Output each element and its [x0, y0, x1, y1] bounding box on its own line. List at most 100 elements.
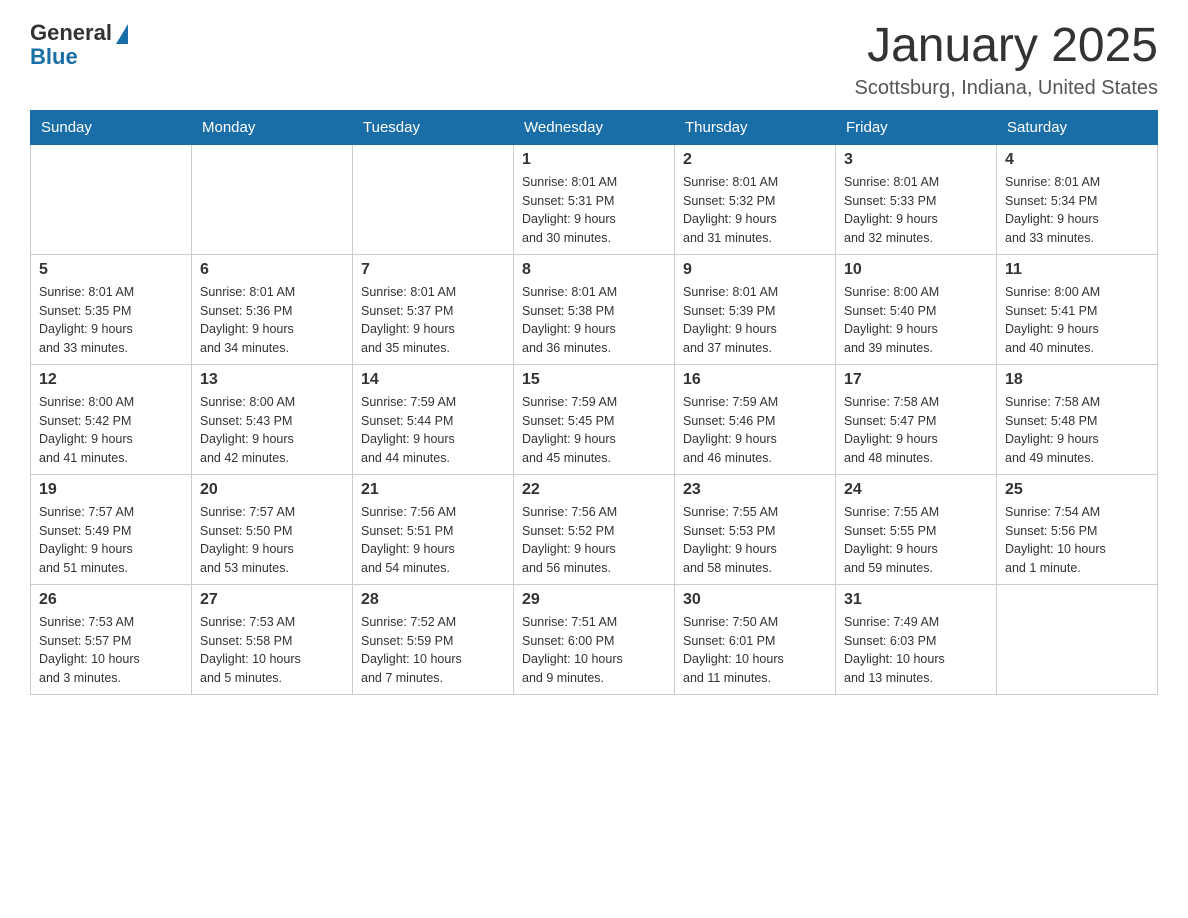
calendar-cell: 6 Sunrise: 8:01 AM Sunset: 5:36 PM Daylig… — [192, 254, 353, 364]
calendar-cell: 31 Sunrise: 7:49 AM Sunset: 6:03 PM Dayli… — [836, 584, 997, 694]
day-info: Sunrise: 7:51 AM Sunset: 6:00 PM Dayligh… — [522, 613, 666, 688]
month-title: January 2025 — [854, 20, 1158, 73]
page-header: General Blue January 2025 Scottsburg, In… — [30, 20, 1158, 100]
day-info: Sunrise: 8:01 AM Sunset: 5:35 PM Dayligh… — [39, 283, 183, 358]
day-number: 25 — [1005, 481, 1149, 499]
day-info: Sunrise: 7:59 AM Sunset: 5:45 PM Dayligh… — [522, 393, 666, 468]
calendar-cell: 23 Sunrise: 7:55 AM Sunset: 5:53 PM Dayli… — [675, 474, 836, 584]
calendar-cell: 25Sunrise: 7:54 AM Sunset: 5:56 PM Dayli… — [997, 474, 1158, 584]
day-number: 10 — [844, 261, 988, 279]
calendar-cell: 19 Sunrise: 7:57 AM Sunset: 5:49 PM Dayli… — [31, 474, 192, 584]
calendar-week-3: 12 Sunrise: 8:00 AM Sunset: 5:42 PM Dayli… — [31, 364, 1158, 474]
day-info: Sunrise: 8:01 AM Sunset: 5:36 PM Dayligh… — [200, 283, 344, 358]
day-number: 31 — [844, 591, 988, 609]
calendar-cell: 14 Sunrise: 7:59 AM Sunset: 5:44 PM Dayli… — [353, 364, 514, 474]
calendar-cell: 13Sunrise: 8:00 AM Sunset: 5:43 PM Dayli… — [192, 364, 353, 474]
day-number: 30 — [683, 591, 827, 609]
calendar-cell — [192, 144, 353, 254]
calendar-cell: 2 Sunrise: 8:01 AM Sunset: 5:32 PM Daylig… — [675, 144, 836, 254]
day-number: 18 — [1005, 371, 1149, 389]
calendar-week-2: 5 Sunrise: 8:01 AM Sunset: 5:35 PM Daylig… — [31, 254, 1158, 364]
calendar-cell: 29 Sunrise: 7:51 AM Sunset: 6:00 PM Dayli… — [514, 584, 675, 694]
day-number: 15 — [522, 371, 666, 389]
day-info: Sunrise: 7:56 AM Sunset: 5:52 PM Dayligh… — [522, 503, 666, 578]
day-info: Sunrise: 8:01 AM Sunset: 5:37 PM Dayligh… — [361, 283, 505, 358]
day-number: 19 — [39, 481, 183, 499]
day-number: 11 — [1005, 261, 1149, 279]
weekday-header-row: SundayMondayTuesdayWednesdayThursdayFrid… — [31, 110, 1158, 144]
day-number: 2 — [683, 151, 827, 169]
day-number: 29 — [522, 591, 666, 609]
calendar-cell: 26 Sunrise: 7:53 AM Sunset: 5:57 PM Dayli… — [31, 584, 192, 694]
calendar-cell — [31, 144, 192, 254]
day-info: Sunrise: 7:59 AM Sunset: 5:44 PM Dayligh… — [361, 393, 505, 468]
day-info: Sunrise: 7:57 AM Sunset: 5:49 PM Dayligh… — [39, 503, 183, 578]
day-number: 28 — [361, 591, 505, 609]
day-info: Sunrise: 8:00 AM Sunset: 5:42 PM Dayligh… — [39, 393, 183, 468]
day-info: Sunrise: 8:01 AM Sunset: 5:32 PM Dayligh… — [683, 173, 827, 248]
calendar-week-5: 26 Sunrise: 7:53 AM Sunset: 5:57 PM Dayli… — [31, 584, 1158, 694]
day-number: 24 — [844, 481, 988, 499]
calendar-cell: 11Sunrise: 8:00 AM Sunset: 5:41 PM Dayli… — [997, 254, 1158, 364]
calendar-cell — [997, 584, 1158, 694]
day-info: Sunrise: 7:53 AM Sunset: 5:58 PM Dayligh… — [200, 613, 344, 688]
calendar-cell: 1 Sunrise: 8:01 AM Sunset: 5:31 PM Daylig… — [514, 144, 675, 254]
calendar-cell: 17Sunrise: 7:58 AM Sunset: 5:47 PM Dayli… — [836, 364, 997, 474]
day-info: Sunrise: 8:01 AM Sunset: 5:31 PM Dayligh… — [522, 173, 666, 248]
day-number: 16 — [683, 371, 827, 389]
weekday-header-thursday: Thursday — [675, 110, 836, 144]
weekday-header-sunday: Sunday — [31, 110, 192, 144]
calendar-cell: 20Sunrise: 7:57 AM Sunset: 5:50 PM Dayli… — [192, 474, 353, 584]
calendar-cell: 28 Sunrise: 7:52 AM Sunset: 5:59 PM Dayli… — [353, 584, 514, 694]
day-number: 5 — [39, 261, 183, 279]
day-number: 3 — [844, 151, 988, 169]
day-info: Sunrise: 7:55 AM Sunset: 5:53 PM Dayligh… — [683, 503, 827, 578]
day-number: 27 — [200, 591, 344, 609]
calendar-cell: 12 Sunrise: 8:00 AM Sunset: 5:42 PM Dayli… — [31, 364, 192, 474]
calendar-cell: 22 Sunrise: 7:56 AM Sunset: 5:52 PM Dayli… — [514, 474, 675, 584]
day-number: 20 — [200, 481, 344, 499]
day-number: 9 — [683, 261, 827, 279]
calendar-cell: 4 Sunrise: 8:01 AM Sunset: 5:34 PM Daylig… — [997, 144, 1158, 254]
day-number: 21 — [361, 481, 505, 499]
day-info: Sunrise: 7:59 AM Sunset: 5:46 PM Dayligh… — [683, 393, 827, 468]
calendar-cell — [353, 144, 514, 254]
logo-general-text: General — [30, 20, 112, 46]
day-number: 8 — [522, 261, 666, 279]
calendar-cell: 9Sunrise: 8:01 AM Sunset: 5:39 PM Daylig… — [675, 254, 836, 364]
day-info: Sunrise: 7:49 AM Sunset: 6:03 PM Dayligh… — [844, 613, 988, 688]
day-number: 23 — [683, 481, 827, 499]
day-number: 26 — [39, 591, 183, 609]
weekday-header-monday: Monday — [192, 110, 353, 144]
logo: General Blue — [30, 20, 128, 70]
logo-triangle-icon — [116, 24, 128, 44]
title-area: January 2025 Scottsburg, Indiana, United… — [854, 20, 1158, 100]
day-number: 22 — [522, 481, 666, 499]
weekday-header-friday: Friday — [836, 110, 997, 144]
calendar-cell: 21 Sunrise: 7:56 AM Sunset: 5:51 PM Dayli… — [353, 474, 514, 584]
calendar-cell: 24Sunrise: 7:55 AM Sunset: 5:55 PM Dayli… — [836, 474, 997, 584]
calendar-cell: 5 Sunrise: 8:01 AM Sunset: 5:35 PM Daylig… — [31, 254, 192, 364]
calendar-cell: 16 Sunrise: 7:59 AM Sunset: 5:46 PM Dayli… — [675, 364, 836, 474]
day-info: Sunrise: 7:58 AM Sunset: 5:48 PM Dayligh… — [1005, 393, 1149, 468]
calendar-cell: 3 Sunrise: 8:01 AM Sunset: 5:33 PM Daylig… — [836, 144, 997, 254]
day-number: 12 — [39, 371, 183, 389]
day-info: Sunrise: 7:56 AM Sunset: 5:51 PM Dayligh… — [361, 503, 505, 578]
calendar-cell: 15 Sunrise: 7:59 AM Sunset: 5:45 PM Dayli… — [514, 364, 675, 474]
calendar-cell: 27 Sunrise: 7:53 AM Sunset: 5:58 PM Dayli… — [192, 584, 353, 694]
day-info: Sunrise: 8:01 AM Sunset: 5:34 PM Dayligh… — [1005, 173, 1149, 248]
day-number: 4 — [1005, 151, 1149, 169]
calendar-cell: 18 Sunrise: 7:58 AM Sunset: 5:48 PM Dayli… — [997, 364, 1158, 474]
logo-blue-text: Blue — [30, 44, 78, 70]
day-info: Sunrise: 7:58 AM Sunset: 5:47 PM Dayligh… — [844, 393, 988, 468]
day-number: 1 — [522, 151, 666, 169]
day-number: 13 — [200, 371, 344, 389]
day-number: 14 — [361, 371, 505, 389]
day-info: Sunrise: 7:52 AM Sunset: 5:59 PM Dayligh… — [361, 613, 505, 688]
day-info: Sunrise: 7:53 AM Sunset: 5:57 PM Dayligh… — [39, 613, 183, 688]
day-info: Sunrise: 8:00 AM Sunset: 5:40 PM Dayligh… — [844, 283, 988, 358]
day-info: Sunrise: 8:01 AM Sunset: 5:33 PM Dayligh… — [844, 173, 988, 248]
location-subtitle: Scottsburg, Indiana, United States — [854, 77, 1158, 100]
calendar-cell: 30Sunrise: 7:50 AM Sunset: 6:01 PM Dayli… — [675, 584, 836, 694]
day-number: 6 — [200, 261, 344, 279]
